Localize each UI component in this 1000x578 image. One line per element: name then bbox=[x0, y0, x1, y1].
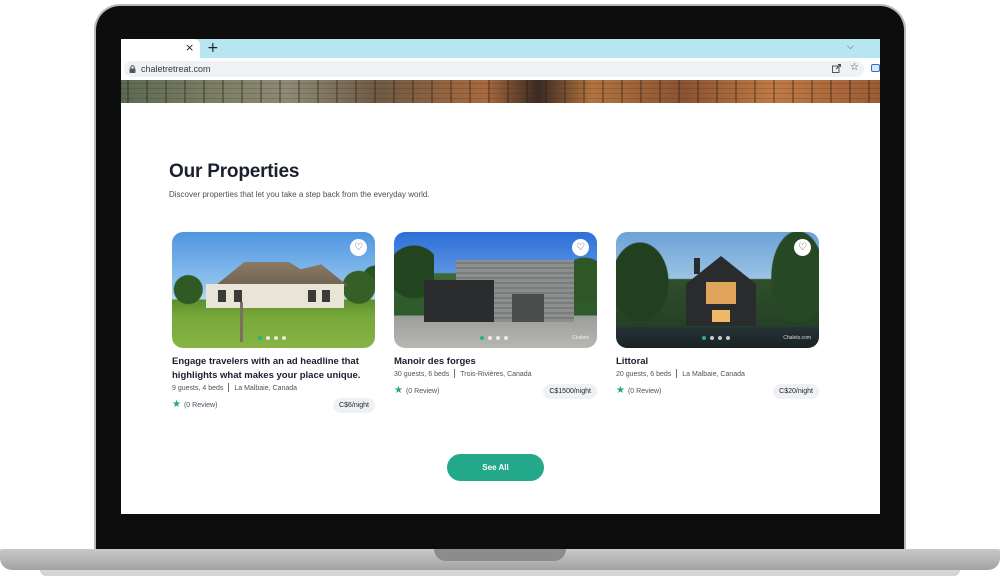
carousel-dots[interactable] bbox=[702, 336, 730, 342]
share-icon[interactable] bbox=[832, 64, 841, 73]
property-card[interactable]: ♡ Chalets.com Littoral 20 guests, 6 beds… bbox=[616, 232, 819, 422]
carousel-dot[interactable] bbox=[496, 336, 500, 340]
star-icon: ★ bbox=[172, 399, 181, 410]
close-tab-icon[interactable]: × bbox=[185, 41, 194, 55]
url-text[interactable]: chaletretreat.com bbox=[141, 63, 211, 75]
carousel-dot[interactable] bbox=[274, 336, 278, 340]
carousel-dot[interactable] bbox=[726, 336, 730, 340]
address-bar: chaletretreat.com ☆ bbox=[121, 58, 880, 80]
property-meta: 9 guests, 4 beds La Malbaie, Canada bbox=[172, 383, 297, 392]
review-count: (0 Review) bbox=[183, 401, 218, 409]
carousel-dot[interactable] bbox=[258, 336, 262, 340]
property-card[interactable]: ♡ Chalets Manoir des forges 30 guests, 6… bbox=[394, 232, 597, 422]
star-icon: ★ bbox=[394, 385, 403, 396]
carousel-dots[interactable] bbox=[480, 336, 508, 342]
heart-icon[interactable]: ♡ bbox=[350, 239, 367, 256]
property-image[interactable]: ♡ bbox=[172, 232, 375, 348]
extension-icon[interactable] bbox=[871, 64, 880, 72]
meta-divider bbox=[454, 369, 456, 378]
browser-screen: × + ⌵ chaletretreat.com ☆ Our Properties… bbox=[121, 39, 880, 514]
carousel-dot[interactable] bbox=[718, 336, 722, 340]
carousel-dot[interactable] bbox=[488, 336, 492, 340]
meta-divider bbox=[676, 369, 678, 378]
lock-icon[interactable] bbox=[129, 65, 136, 73]
image-watermark: Chalets.com bbox=[783, 335, 811, 341]
property-image[interactable]: ♡ Chalets.com bbox=[616, 232, 819, 348]
property-image[interactable]: ♡ Chalets bbox=[394, 232, 597, 348]
browser-tab[interactable]: × bbox=[121, 39, 200, 58]
property-meta: 30 guests, 6 beds Trois-Rivières, Canada bbox=[394, 369, 532, 378]
section-subtitle: Discover properties that let you take a … bbox=[169, 190, 430, 199]
property-meta: 20 guests, 6 beds La Malbaie, Canada bbox=[616, 369, 745, 378]
property-title[interactable]: Littoral bbox=[616, 355, 819, 369]
heart-icon[interactable]: ♡ bbox=[794, 239, 811, 256]
property-card[interactable]: ♡ Engage travelers with an ad headline t… bbox=[172, 232, 375, 422]
rating: ★ (0 Review) bbox=[172, 400, 217, 410]
property-title[interactable]: Manoir des forges bbox=[394, 355, 597, 369]
location: Trois-Rivières, Canada bbox=[460, 371, 532, 378]
price-badge: C$1500/night bbox=[543, 384, 597, 399]
star-icon: ★ bbox=[616, 385, 625, 396]
meta-divider bbox=[228, 383, 230, 392]
carousel-dot[interactable] bbox=[266, 336, 270, 340]
property-title[interactable]: Engage travelers with an ad headline tha… bbox=[172, 355, 375, 383]
price-badge: C$20/night bbox=[773, 384, 819, 399]
price-badge: C$6/night bbox=[333, 398, 375, 413]
laptop-shadow bbox=[40, 570, 960, 576]
carousel-dot[interactable] bbox=[504, 336, 508, 340]
omnibox[interactable]: chaletretreat.com ☆ bbox=[124, 61, 864, 77]
bookmark-star-icon[interactable]: ☆ bbox=[850, 62, 859, 74]
review-count: (0 Review) bbox=[627, 387, 662, 395]
carousel-dot[interactable] bbox=[702, 336, 706, 340]
rating: ★ (0 Review) bbox=[394, 386, 439, 396]
guests-beds: 30 guests, 6 beds bbox=[394, 371, 450, 378]
carousel-dot[interactable] bbox=[710, 336, 714, 340]
rating: ★ (0 Review) bbox=[616, 386, 661, 396]
guests-beds: 20 guests, 6 beds bbox=[616, 371, 672, 378]
review-count: (0 Review) bbox=[405, 387, 440, 395]
carousel-dot[interactable] bbox=[282, 336, 286, 340]
tab-search-chevron-icon[interactable]: ⌵ bbox=[847, 42, 854, 52]
section-title: Our Properties bbox=[169, 161, 300, 182]
laptop-notch bbox=[434, 549, 566, 561]
new-tab-icon[interactable]: + bbox=[207, 40, 219, 56]
tab-bar: × + ⌵ bbox=[121, 39, 880, 58]
heart-icon[interactable]: ♡ bbox=[572, 239, 589, 256]
hero-image bbox=[121, 80, 880, 103]
carousel-dot[interactable] bbox=[480, 336, 484, 340]
carousel-dots[interactable] bbox=[258, 336, 286, 342]
location: La Malbaie, Canada bbox=[234, 385, 298, 392]
image-watermark: Chalets bbox=[572, 335, 589, 341]
location: La Malbaie, Canada bbox=[682, 371, 745, 378]
guests-beds: 9 guests, 4 beds bbox=[172, 385, 224, 392]
see-all-button[interactable]: See All bbox=[447, 454, 544, 481]
